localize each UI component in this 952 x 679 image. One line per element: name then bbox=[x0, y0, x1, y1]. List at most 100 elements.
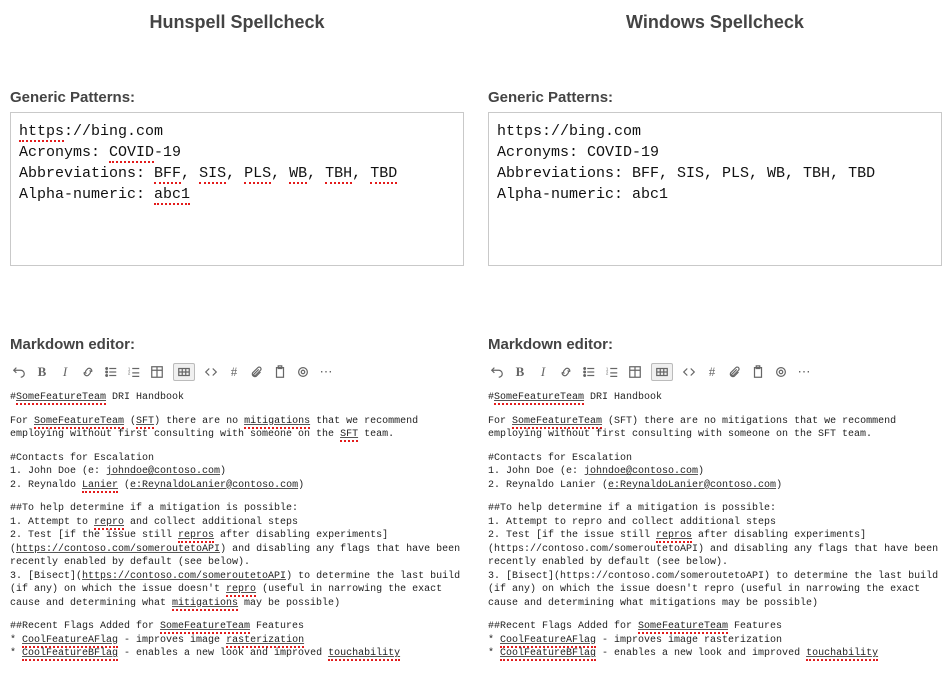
bold-icon[interactable]: B bbox=[35, 363, 49, 381]
text-segment: Lanier bbox=[82, 480, 118, 493]
undo-icon[interactable] bbox=[490, 363, 504, 381]
numbered-list-icon[interactable]: 12 bbox=[605, 363, 619, 381]
text-segment: CoolFeatureAFlag bbox=[22, 635, 118, 648]
undo-icon[interactable] bbox=[12, 363, 26, 381]
link-icon[interactable] bbox=[559, 363, 573, 381]
bullet-list-icon[interactable] bbox=[104, 363, 118, 381]
generic-patterns-heading: Generic Patterns: bbox=[488, 89, 942, 106]
text-segment: 3. [Bisect](https://contoso.com/somerout… bbox=[488, 571, 938, 609]
pattern-label: Alpha-numeric: bbox=[497, 186, 632, 203]
italic-icon[interactable]: I bbox=[536, 363, 550, 381]
text-segment: 1. John Doe (e: bbox=[10, 466, 106, 477]
text-segment: https://bing.com bbox=[497, 123, 641, 140]
text-segment: touchability bbox=[806, 648, 878, 661]
text-segment: SomeFeatureTeam bbox=[512, 416, 602, 429]
text-segment: SomeFeatureTeam bbox=[494, 392, 584, 405]
text-segment: 2. Test [if the issue still bbox=[10, 530, 178, 541]
text-segment: SFT bbox=[136, 416, 154, 429]
text-segment: - improves image bbox=[118, 635, 226, 646]
text-segment: ) bbox=[220, 466, 226, 477]
text-segment: CoolFeatureBFlag bbox=[22, 648, 118, 661]
text-segment: * bbox=[488, 648, 500, 659]
text-segment: , bbox=[307, 165, 325, 182]
text-segment: * bbox=[10, 648, 22, 659]
hash-icon[interactable]: # bbox=[705, 363, 719, 381]
italic-icon[interactable]: I bbox=[58, 363, 72, 381]
code-icon[interactable] bbox=[682, 363, 696, 381]
text-segment: For bbox=[10, 416, 34, 427]
text-segment: 1. Attempt to repro and collect addition… bbox=[488, 517, 776, 528]
markdown-editor-heading: Markdown editor: bbox=[10, 336, 464, 353]
text-segment: repros bbox=[178, 530, 214, 543]
text-segment: CoolFeatureAFlag bbox=[500, 635, 596, 648]
text-segment: , bbox=[181, 165, 199, 182]
spell-error: COVID bbox=[109, 144, 154, 163]
more-icon[interactable]: ⋯ bbox=[319, 363, 333, 381]
text-segment: mitigations bbox=[172, 598, 238, 611]
attachment-icon[interactable] bbox=[728, 363, 742, 381]
link-icon[interactable] bbox=[81, 363, 95, 381]
pattern-label: Alpha-numeric: bbox=[19, 186, 154, 203]
text-segment: ##Recent Flags Added for bbox=[488, 621, 638, 632]
patterns-textbox[interactable]: https://bing.comAcronyms: COVID-19Abbrev… bbox=[10, 112, 464, 266]
text-segment: For bbox=[488, 416, 512, 427]
numbered-list-icon[interactable]: 12 bbox=[127, 363, 141, 381]
table-icon[interactable] bbox=[150, 363, 164, 381]
text-segment: ##To help determine if a mitigation is p… bbox=[488, 503, 776, 514]
clipboard-icon[interactable] bbox=[273, 363, 287, 381]
markdown-editor-heading: Markdown editor: bbox=[488, 336, 942, 353]
text-segment: ( bbox=[118, 480, 130, 491]
table-icon[interactable] bbox=[628, 363, 642, 381]
patterns-textbox[interactable]: https://bing.comAcronyms: COVID-19Abbrev… bbox=[488, 112, 942, 266]
text-segment: COVID-19 bbox=[587, 144, 659, 161]
text-segment: , bbox=[226, 165, 244, 182]
svg-text:2: 2 bbox=[606, 371, 609, 376]
text-segment: repro bbox=[94, 517, 124, 530]
mention-icon[interactable] bbox=[296, 363, 310, 381]
spell-error: https bbox=[19, 123, 64, 142]
text-segment: ) bbox=[776, 480, 782, 491]
text-segment: repro bbox=[226, 584, 256, 597]
text-segment: , bbox=[352, 165, 370, 182]
code-icon[interactable] bbox=[204, 363, 218, 381]
column-title: Hunspell Spellcheck bbox=[10, 12, 464, 33]
text-segment: team. bbox=[358, 429, 394, 440]
pattern-line: Acronyms: COVID-19 bbox=[497, 142, 933, 163]
text-segment: ( bbox=[124, 416, 136, 427]
text-segment: e:ReynaldoLanier@contoso.com bbox=[130, 480, 298, 491]
spell-error: TBH bbox=[325, 165, 352, 184]
text-segment: touchability bbox=[328, 648, 400, 661]
pattern-line: Alpha-numeric: abc1 bbox=[497, 184, 933, 205]
text-segment: - improves image rasterization bbox=[596, 635, 782, 646]
grid-icon[interactable] bbox=[651, 363, 673, 381]
spell-error: TBD bbox=[370, 165, 397, 184]
text-segment: 2. Reynaldo bbox=[10, 480, 82, 491]
more-icon[interactable]: ⋯ bbox=[797, 363, 811, 381]
editor-toolbar: BI 12 # ⋯ bbox=[488, 359, 942, 385]
markdown-content[interactable]: #SomeFeatureTeam DRI HandbookFor SomeFea… bbox=[488, 391, 942, 661]
markdown-content[interactable]: #SomeFeatureTeam DRI HandbookFor SomeFea… bbox=[10, 391, 464, 661]
text-segment: 2. Reynaldo Lanier ( bbox=[488, 480, 608, 491]
pattern-line: Abbreviations: BFF, SIS, PLS, WB, TBH, T… bbox=[497, 163, 933, 184]
spell-error: PLS bbox=[244, 165, 271, 184]
pattern-label: Abbreviations: bbox=[497, 165, 632, 182]
hash-icon[interactable]: # bbox=[227, 363, 241, 381]
attachment-icon[interactable] bbox=[250, 363, 264, 381]
text-segment: 1. Attempt to bbox=[10, 517, 94, 528]
text-segment: DRI Handbook bbox=[584, 392, 662, 403]
bullet-list-icon[interactable] bbox=[582, 363, 596, 381]
text-segment: https://contoso.com/someroutetoAPI bbox=[82, 571, 286, 582]
hunspell-column: Hunspell SpellcheckGeneric Patterns:http… bbox=[10, 8, 464, 671]
grid-icon[interactable] bbox=[173, 363, 195, 381]
clipboard-icon[interactable] bbox=[751, 363, 765, 381]
bold-icon[interactable]: B bbox=[513, 363, 527, 381]
text-segment: * bbox=[488, 635, 500, 646]
text-segment: SFT bbox=[340, 429, 358, 442]
text-segment: and collect additional steps bbox=[124, 517, 298, 528]
pattern-line: Abbreviations: BFF, SIS, PLS, WB, TBH, T… bbox=[19, 163, 455, 184]
text-segment: johndoe@contoso.com bbox=[584, 466, 698, 477]
pattern-label: Acronyms: bbox=[19, 144, 109, 161]
pattern-label: Acronyms: bbox=[497, 144, 587, 161]
mention-icon[interactable] bbox=[774, 363, 788, 381]
text-segment: #Contacts for Escalation bbox=[10, 453, 154, 464]
